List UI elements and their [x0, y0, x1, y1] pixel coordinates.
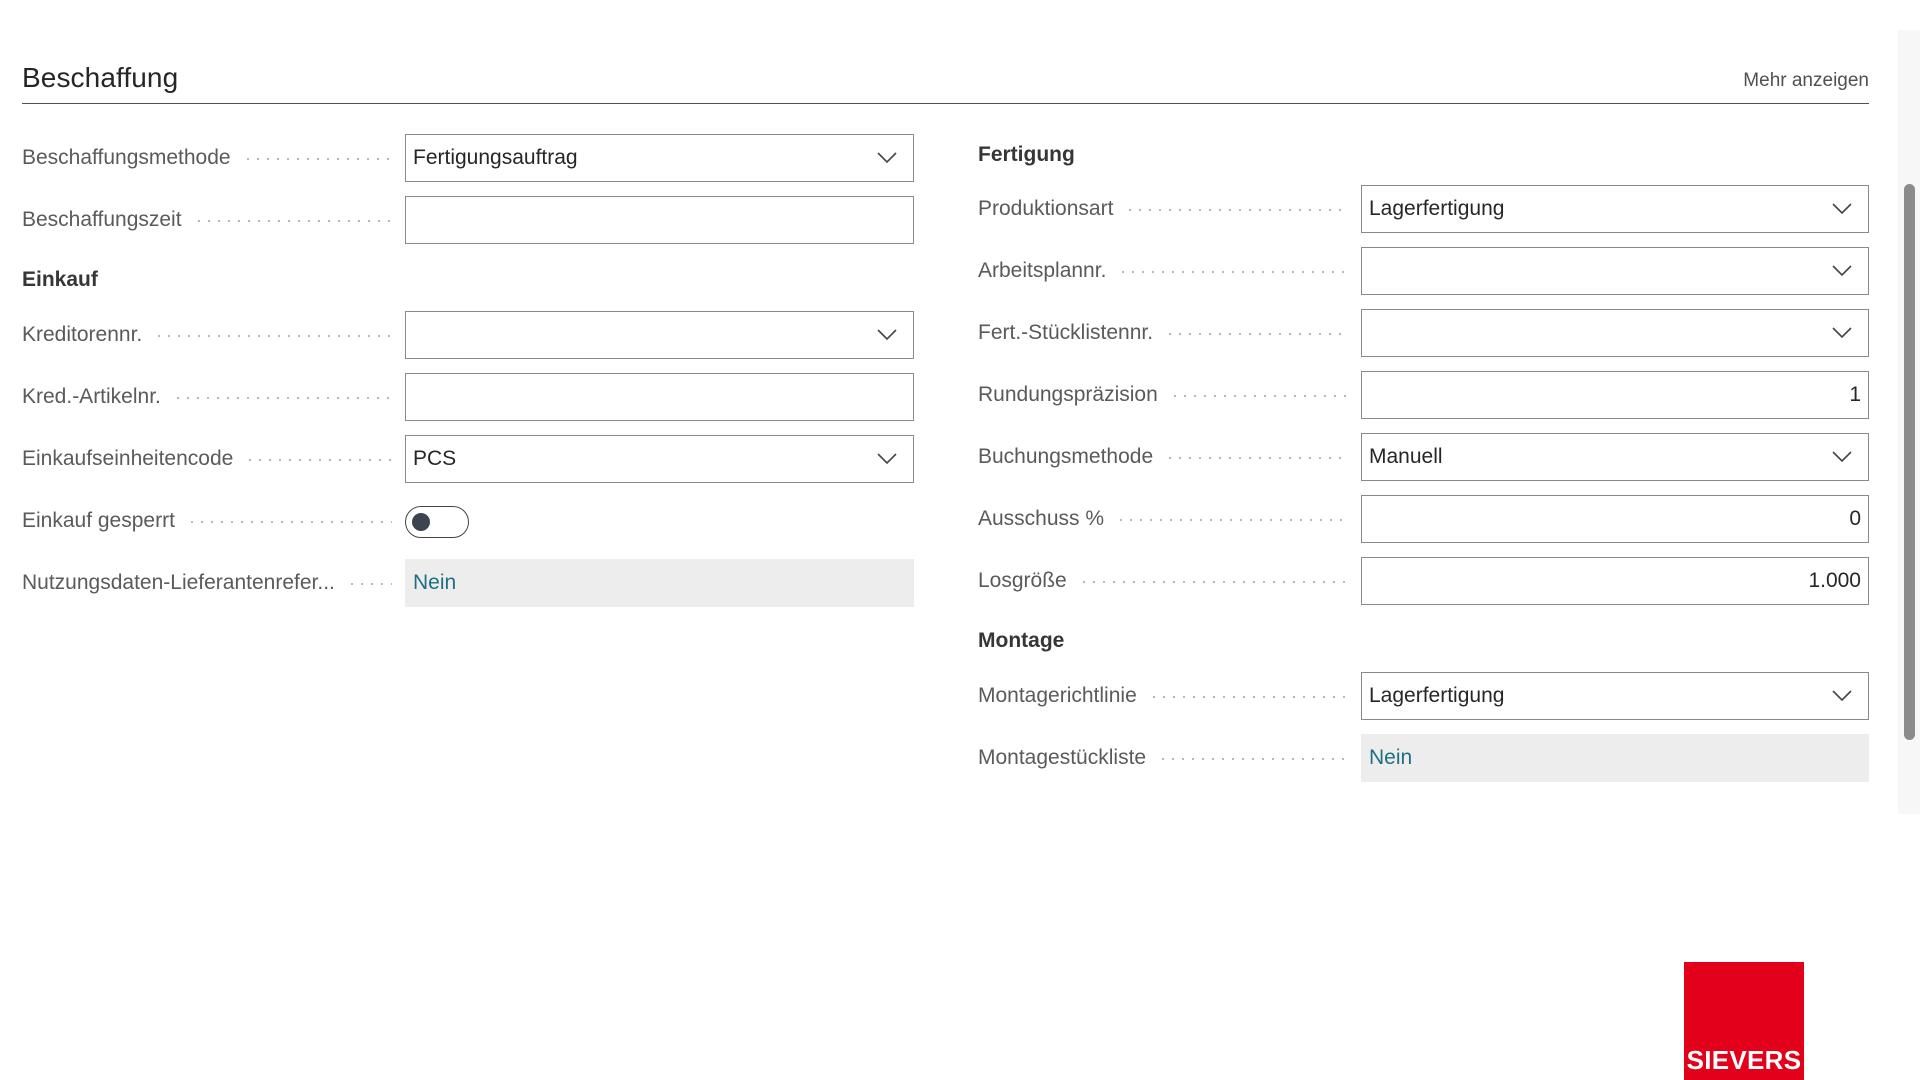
field-label: Beschaffungszeit — [22, 208, 182, 231]
chevron-down-icon[interactable] — [1827, 442, 1857, 472]
label-leader-dots — [193, 220, 392, 222]
logo-text: SIEVERS — [1686, 1045, 1802, 1075]
scrollbar-thumb[interactable] — [1904, 184, 1915, 740]
field-nutzungsdaten-lieferantenreferenz: Nutzungsdaten-Lieferantenrefer... Nein — [22, 559, 914, 607]
group-heading-montage: Montage — [978, 629, 1065, 652]
field-fert-stuecklistennr: Fert.-Stücklistennr. — [978, 309, 1869, 357]
label-leader-dots — [1148, 696, 1348, 698]
produktionsart-select[interactable]: Lagerfertigung — [1361, 185, 1869, 233]
field-label: Kreditorennr. — [22, 323, 143, 346]
label-leader-dots — [346, 583, 392, 585]
field-label: Produktionsart — [978, 197, 1114, 220]
field-label: Buchungsmethode — [978, 445, 1154, 468]
label-leader-dots — [1169, 395, 1348, 397]
field-kred-artikelnr: Kred.-Artikelnr. — [22, 373, 914, 421]
input-value: 0 — [1849, 507, 1861, 530]
label-leader-dots — [245, 459, 392, 461]
label-leader-dots — [186, 521, 392, 523]
group-heading-fertigung: Fertigung — [978, 143, 1075, 166]
chevron-down-icon[interactable] — [1827, 256, 1857, 286]
field-beschaffungsmethode: Beschaffungsmethode Fertigungsauftrag — [22, 134, 914, 182]
sievers-logo: SIEVERS — [1684, 962, 1804, 1080]
field-label: Kred.-Artikelnr. — [22, 385, 161, 408]
kred-artikelnr-input[interactable] — [405, 373, 914, 421]
input-value: 1.000 — [1808, 569, 1861, 592]
field-produktionsart: Produktionsart Lagerfertigung — [978, 185, 1869, 233]
field-label: Nutzungsdaten-Lieferantenrefer... — [22, 571, 335, 594]
fert-stuecklistennr-select[interactable] — [1361, 309, 1869, 357]
field-label: Ausschuss % — [978, 507, 1105, 530]
rundungspraezision-input[interactable]: 1 — [1361, 371, 1869, 419]
section-header: Beschaffung Mehr anzeigen — [22, 56, 1869, 104]
readonly-value: Nein — [413, 571, 457, 594]
label-leader-dots — [154, 335, 392, 337]
ausschuss-input[interactable]: 0 — [1361, 495, 1869, 543]
field-montagerichtlinie: Montagerichtlinie Lagerfertigung — [978, 672, 1869, 720]
montagestueckliste-value[interactable]: Nein — [1361, 734, 1869, 782]
page: Beschaffung Mehr anzeigen Beschaffungsme… — [0, 0, 1920, 1080]
input-value: 1 — [1849, 383, 1861, 406]
field-label: Fert.-Stücklistennr. — [978, 321, 1154, 344]
field-label: Montagerichtlinie — [978, 684, 1137, 707]
label-leader-dots — [1165, 457, 1348, 459]
label-leader-dots — [1125, 209, 1348, 211]
chevron-down-icon[interactable] — [1827, 318, 1857, 348]
chevron-down-icon[interactable] — [872, 320, 902, 350]
field-kreditorennr: Kreditorennr. — [22, 311, 914, 359]
field-arbeitsplannr: Arbeitsplannr. — [978, 247, 1869, 295]
select-value: Fertigungsauftrag — [413, 146, 578, 169]
einkaufseinheitencode-select[interactable]: PCS — [405, 435, 914, 483]
montagerichtlinie-select[interactable]: Lagerfertigung — [1361, 672, 1869, 720]
arbeitsplannr-select[interactable] — [1361, 247, 1869, 295]
field-label: Einkauf gesperrt — [22, 509, 175, 532]
label-leader-dots — [1118, 271, 1348, 273]
chevron-down-icon[interactable] — [1827, 681, 1857, 711]
beschaffungszeit-input[interactable] — [405, 196, 914, 244]
field-label: Einkaufseinheitencode — [22, 447, 234, 470]
field-ausschuss: Ausschuss % 0 — [978, 495, 1869, 543]
field-einkauf-gesperrt: Einkauf gesperrt — [22, 497, 914, 545]
chevron-down-icon[interactable] — [1827, 194, 1857, 224]
field-label: Rundungspräzision — [978, 383, 1158, 406]
field-label: Beschaffungsmethode — [22, 146, 231, 169]
readonly-value: Nein — [1369, 746, 1413, 769]
buchungsmethode-select[interactable]: Manuell — [1361, 433, 1869, 481]
field-montagestueckliste: Montagestückliste Nein — [978, 734, 1869, 782]
select-value: Manuell — [1369, 445, 1443, 468]
label-leader-dots — [172, 397, 392, 399]
label-leader-dots — [1078, 581, 1348, 583]
select-value: Lagerfertigung — [1369, 684, 1505, 707]
group-heading-einkauf: Einkauf — [22, 268, 98, 291]
beschaffungsmethode-select[interactable]: Fertigungsauftrag — [405, 134, 914, 182]
label-leader-dots — [1165, 333, 1348, 335]
losgroesse-input[interactable]: 1.000 — [1361, 557, 1869, 605]
show-more-link[interactable]: Mehr anzeigen — [1743, 70, 1869, 92]
chevron-down-icon[interactable] — [872, 143, 902, 173]
field-label: Montagestückliste — [978, 746, 1147, 769]
label-leader-dots — [242, 158, 392, 160]
select-value: Lagerfertigung — [1369, 197, 1505, 220]
field-buchungsmethode: Buchungsmethode Manuell — [978, 433, 1869, 481]
field-label: Arbeitsplannr. — [978, 259, 1107, 282]
field-rundungspraezision: Rundungspräzision 1 — [978, 371, 1869, 419]
nutzungsdaten-value[interactable]: Nein — [405, 559, 914, 607]
label-leader-dots — [1158, 758, 1348, 760]
field-einkaufseinheitencode: Einkaufseinheitencode PCS — [22, 435, 914, 483]
label-leader-dots — [1116, 519, 1348, 521]
chevron-down-icon[interactable] — [872, 444, 902, 474]
toggle-knob — [412, 513, 430, 531]
select-value: PCS — [413, 447, 457, 470]
field-beschaffungszeit: Beschaffungszeit — [22, 196, 914, 244]
section-title: Beschaffung — [22, 62, 179, 93]
kreditorennr-select[interactable] — [405, 311, 914, 359]
field-losgroesse: Losgröße 1.000 — [978, 557, 1869, 605]
field-label: Losgröße — [978, 569, 1067, 592]
einkauf-gesperrt-toggle[interactable] — [405, 506, 469, 538]
